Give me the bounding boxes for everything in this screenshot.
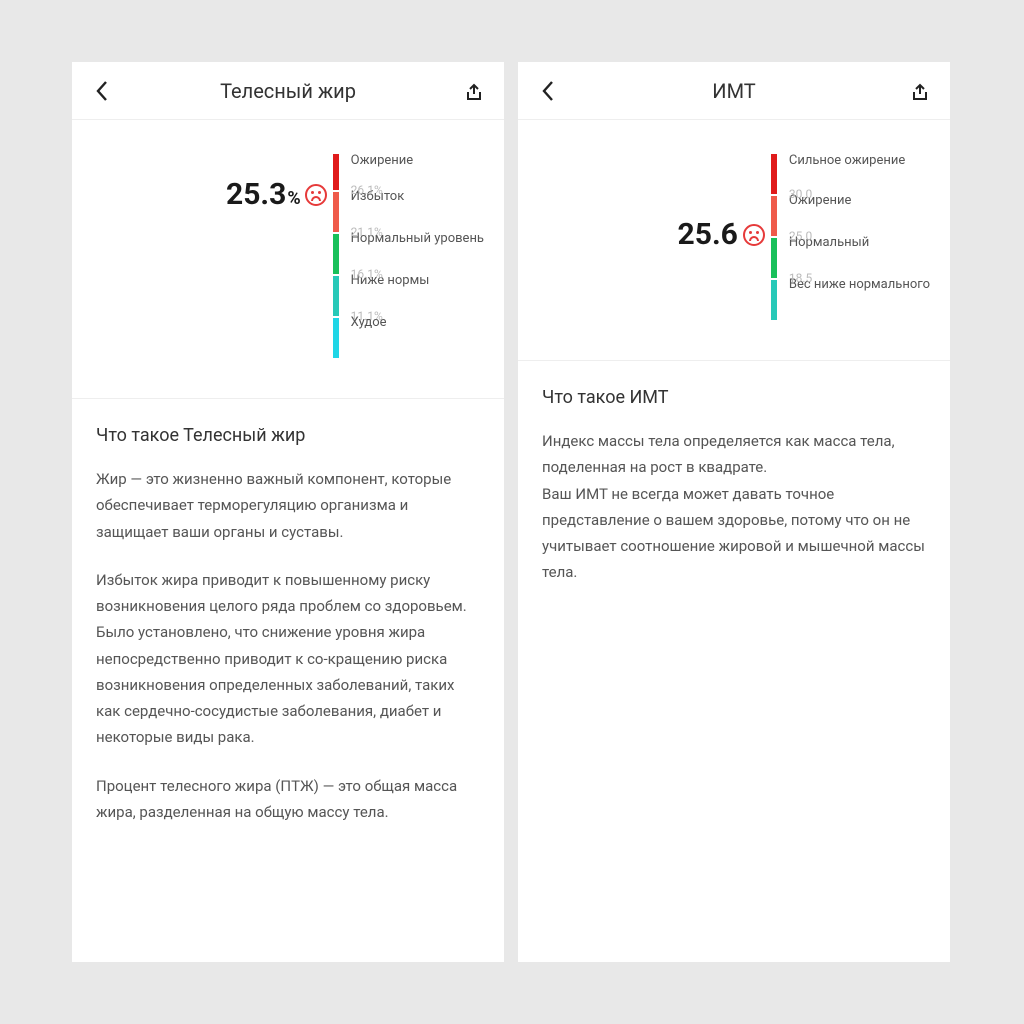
back-button[interactable] <box>534 77 562 105</box>
info-body: Индекс массы тела определяется как масса… <box>542 428 926 586</box>
scale-segment <box>771 238 777 278</box>
info-paragraph: Индекс массы тела определяется как масса… <box>542 428 926 586</box>
scale-segment <box>333 192 339 232</box>
color-scale <box>333 154 339 358</box>
scale-segment <box>333 276 339 316</box>
page-title: Телесный жир <box>116 79 460 103</box>
screen-bmi: ИМТ 25.6 Сильное ожирение30.0Ожирение25.… <box>518 62 950 962</box>
metric-unit: % <box>287 190 300 208</box>
chart-value-col: 25.6 <box>518 154 771 320</box>
category-label: Сильное ожирение <box>789 154 930 167</box>
chevron-left-icon <box>541 80 555 102</box>
sad-face-icon <box>305 184 327 206</box>
chart-area: 25.3 % Ожирение26.1%Избыток21.1%Нормальн… <box>72 120 504 399</box>
share-icon <box>910 81 930 101</box>
page-title: ИМТ <box>562 79 906 103</box>
color-scale <box>771 154 777 320</box>
scale-segment <box>333 234 339 274</box>
info-paragraph: Процент телесного жира (ПТЖ) — это общая… <box>96 773 480 826</box>
threshold-label: 16.1% <box>351 268 484 280</box>
share-button[interactable] <box>906 77 934 105</box>
scale-labels: Ожирение26.1%Избыток21.1%Нормальный уров… <box>351 154 484 358</box>
info-heading: Что такое ИМТ <box>542 387 926 408</box>
value-wrap: 25.3 % <box>226 180 327 210</box>
threshold-label: 25.0 <box>789 230 930 242</box>
scale-segment <box>771 154 777 194</box>
header: ИМТ <box>518 62 950 120</box>
sad-face-icon <box>743 224 765 246</box>
threshold-label: 18.5 <box>789 272 930 284</box>
scale-label-row: Сильное ожирение30.0 <box>789 154 930 194</box>
threshold-label: 11.1% <box>351 310 484 322</box>
threshold-label: 21.1% <box>351 226 484 238</box>
info-section: Что такое Телесный жир Жир — это жизненн… <box>72 399 504 873</box>
header: Телесный жир <box>72 62 504 120</box>
metric-value: 25.3 % <box>226 180 301 210</box>
scale-segment <box>333 154 339 190</box>
share-button[interactable] <box>460 77 488 105</box>
info-section: Что такое ИМТ Индекс массы тела определя… <box>518 361 950 634</box>
info-heading: Что такое Телесный жир <box>96 425 480 446</box>
threshold-label: 26.1% <box>351 184 484 196</box>
info-paragraph: Жир — это жизненно важный компонент, кот… <box>96 466 480 545</box>
metric-value: 25.6 <box>678 220 739 250</box>
chart-value-col: 25.3 % <box>72 154 333 358</box>
scale-labels: Сильное ожирение30.0Ожирение25.0Нормальн… <box>789 154 930 320</box>
metric-number: 25.6 <box>678 220 738 250</box>
scale-col: Ожирение26.1%Избыток21.1%Нормальный уров… <box>333 154 484 358</box>
threshold-label: 30.0 <box>789 188 930 200</box>
scale-segment <box>771 280 777 320</box>
scale-label-row: Ожирение26.1% <box>351 154 484 190</box>
share-icon <box>464 81 484 101</box>
chart-area: 25.6 Сильное ожирение30.0Ожирение25.0Нор… <box>518 120 950 361</box>
screen-body-fat: Телесный жир 25.3 % Ожирение26.1%Избыток… <box>72 62 504 962</box>
info-paragraph: Избыток жира приводит к повышенному риск… <box>96 567 480 751</box>
metric-number: 25.3 <box>226 180 286 210</box>
category-label: Ожирение <box>351 154 484 167</box>
scale-segment <box>333 318 339 358</box>
info-body: Жир — это жизненно важный компонент, кот… <box>96 466 480 825</box>
scale-segment <box>771 196 777 236</box>
chevron-left-icon <box>95 80 109 102</box>
scale-col: Сильное ожирение30.0Ожирение25.0Нормальн… <box>771 154 930 320</box>
back-button[interactable] <box>88 77 116 105</box>
value-wrap: 25.6 <box>678 220 765 250</box>
